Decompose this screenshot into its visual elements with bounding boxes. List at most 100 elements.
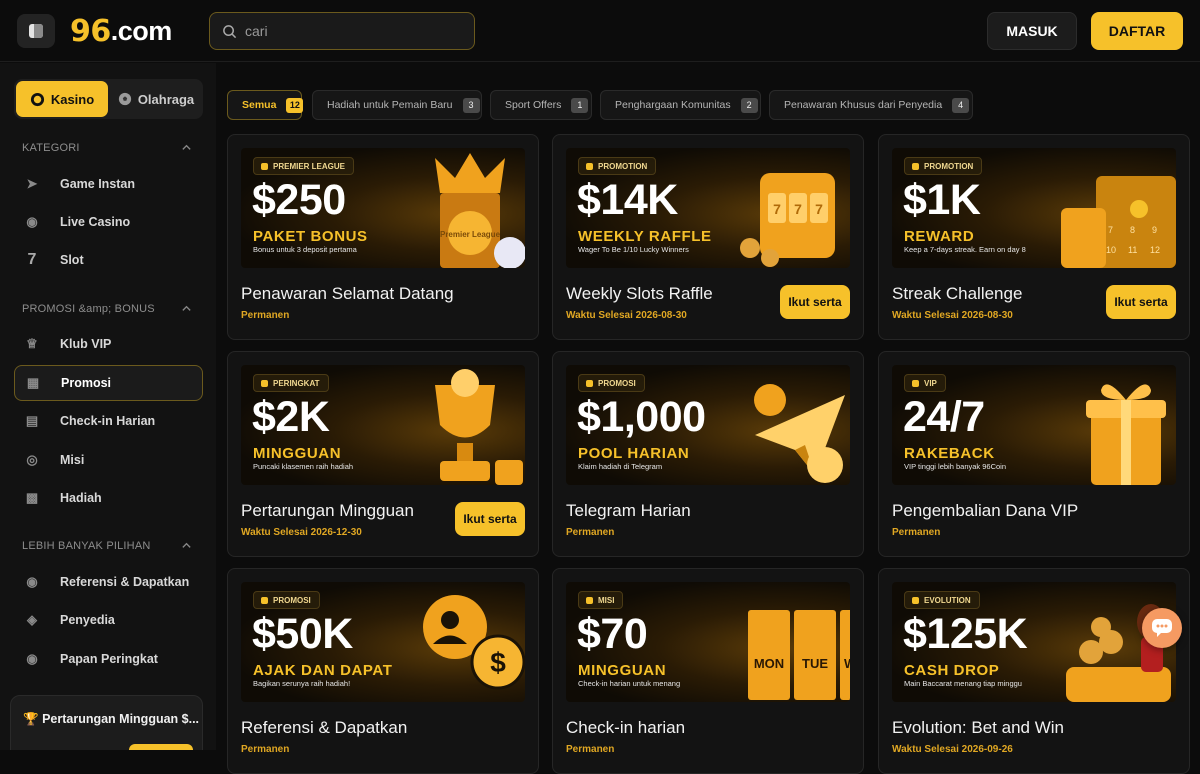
card-status: Permanen bbox=[241, 310, 290, 321]
filter-chip-community[interactable]: Penghargaan Komunitas 2 bbox=[600, 90, 761, 120]
promo-banner: PROMOSI $1,000 POOL HARIAN Klaim hadiah … bbox=[566, 365, 850, 485]
card-status: Waktu Selesai 2026-08-30 bbox=[892, 310, 1013, 321]
card-title: Penawaran Selamat Datang bbox=[241, 284, 454, 303]
join-button[interactable]: Ikut serta bbox=[1106, 285, 1176, 319]
promo-card[interactable]: 7 8 9 10 11 12 PROMOTION $1K REWARD Keep… bbox=[878, 134, 1190, 340]
promo-amount: 24/7 bbox=[903, 393, 985, 441]
sidebar-item-check-in[interactable]: ▤ Check-in Harian bbox=[14, 403, 203, 439]
sidebar-item-misi[interactable]: ◎ Misi bbox=[14, 442, 203, 478]
filter-chip-new-players[interactable]: Hadiah untuk Pemain Baru 3 bbox=[312, 90, 482, 120]
sidebar-item-slot[interactable]: 7 Slot bbox=[14, 242, 203, 278]
cal-num: 9 bbox=[1152, 225, 1157, 235]
card-title: Check-in harian bbox=[566, 718, 686, 737]
weekday-tiles-art: MON TUE WE bbox=[748, 610, 850, 700]
promo-desc: Puncaki klasemen raih hadiah bbox=[253, 462, 354, 471]
tag-label: MISI bbox=[598, 595, 615, 605]
chevron-up-icon[interactable] bbox=[181, 540, 192, 551]
sidebar-item-hadiah[interactable]: ▩ Hadiah bbox=[14, 480, 203, 516]
promo-desc: Bagikan serunya raih hadiah! bbox=[253, 679, 351, 688]
weekday-label: MON bbox=[754, 656, 784, 671]
tag-icon bbox=[912, 379, 919, 387]
sidebar-item-referensi[interactable]: ◉ Referensi & Dapatkan bbox=[14, 564, 203, 600]
promo-headline: PAKET BONUS bbox=[253, 228, 368, 245]
svg-text:7: 7 bbox=[815, 201, 823, 217]
promo-desc: Keep a 7-days streak. Earn on day 8 bbox=[904, 245, 1026, 254]
site-logo[interactable]: 96 .com bbox=[70, 13, 173, 49]
chip-label: Sport Offers bbox=[505, 99, 562, 111]
promo-card[interactable]: $ PROMOSI $50K AJAK DAN DAPAT Bagikan se… bbox=[227, 568, 539, 774]
sidebar-item-label: Check-in Harian bbox=[60, 414, 156, 428]
logo-domain: .com bbox=[110, 15, 173, 46]
filter-chip-all[interactable]: Semua 12 bbox=[227, 90, 304, 120]
live-chat-button[interactable] bbox=[1142, 608, 1182, 648]
promo-banner: Premier League PREMIER LEAGUE $250 PAKET… bbox=[241, 148, 525, 268]
search-box[interactable] bbox=[209, 12, 475, 50]
card-title: Evolution: Bet and Win bbox=[892, 718, 1064, 737]
card-status: Permanen bbox=[892, 527, 941, 538]
cal-num: 12 bbox=[1150, 245, 1160, 255]
sidebar-item-label: Hadiah bbox=[60, 491, 102, 505]
promo-card[interactable]: PERINGKAT $2K MINGGUAN Puncaki klasemen … bbox=[227, 351, 539, 557]
trophy-icon: 🏆 bbox=[23, 712, 39, 726]
card-title: Weekly Slots Raffle bbox=[566, 284, 713, 303]
promo-tag: PERINGKAT bbox=[253, 374, 329, 392]
sidebar-toggle-button[interactable] bbox=[17, 14, 55, 48]
promo-card[interactable]: EVOLUTION $125K CASH DROP Main Baccarat … bbox=[878, 568, 1190, 774]
register-button[interactable]: DAFTAR bbox=[1091, 12, 1183, 50]
weekly-battle-widget[interactable]: 🏆 Pertarungan Mingguan $... bbox=[10, 695, 203, 750]
casino-sports-toggle: Kasino Olahraga bbox=[14, 79, 203, 119]
logo-number: 96 bbox=[70, 13, 111, 49]
section-title-promosi: PROMOSI &amp; BONUS bbox=[22, 303, 155, 315]
promo-card[interactable]: VIP 24/7 RAKEBACK VIP tinggi lebih banya… bbox=[878, 351, 1190, 557]
widget-button[interactable] bbox=[129, 744, 193, 750]
calendar-art: 7 8 9 10 11 12 bbox=[1061, 176, 1176, 268]
card-status: Waktu Selesai 2026-08-30 bbox=[566, 310, 687, 321]
sidebar-item-live-casino[interactable]: ◉ Live Casino bbox=[14, 204, 203, 240]
sports-tab-label: Olahraga bbox=[137, 91, 195, 107]
search-input[interactable] bbox=[245, 23, 445, 39]
tag-label: PROMOTION bbox=[924, 161, 974, 171]
promo-headline: POOL HARIAN bbox=[578, 445, 690, 462]
slot-machine-art: 7 7 7 bbox=[740, 173, 835, 267]
filter-chip-sport-offers[interactable]: Sport Offers 1 bbox=[490, 90, 592, 120]
promo-amount: $1,000 bbox=[577, 393, 706, 441]
chip-count: 1 bbox=[571, 97, 589, 113]
promo-card[interactable]: PROMOSI $1,000 POOL HARIAN Klaim hadiah … bbox=[552, 351, 864, 557]
gift-box-icon: ▦ bbox=[26, 375, 40, 390]
sidebar-item-penyedia[interactable]: ◈ Penyedia bbox=[14, 602, 203, 638]
tag-icon bbox=[586, 379, 593, 387]
chevron-up-icon[interactable] bbox=[181, 303, 192, 314]
promo-banner: 7 8 9 10 11 12 PROMOTION $1K REWARD Keep… bbox=[892, 148, 1176, 268]
present-icon: ▩ bbox=[25, 490, 39, 505]
join-button[interactable]: Ikut serta bbox=[455, 502, 525, 536]
promo-desc: Bonus untuk 3 deposit pertama bbox=[253, 245, 357, 254]
sidebar-item-label: Papan Peringkat bbox=[60, 652, 158, 666]
referral-art: $ bbox=[423, 595, 525, 690]
sports-tab[interactable]: Olahraga bbox=[111, 81, 201, 117]
card-status: Waktu Selesai 2026-12-30 bbox=[241, 527, 362, 538]
chip-label: Penawaran Khusus dari Penyedia bbox=[784, 99, 943, 111]
top-header: 96.com MASUK DAFTAR bbox=[0, 0, 1200, 62]
login-button[interactable]: MASUK bbox=[987, 12, 1077, 50]
join-button[interactable]: Ikut serta bbox=[780, 285, 850, 319]
tag-label: PROMOSI bbox=[273, 595, 311, 605]
promo-card[interactable]: MON TUE WE MISI $70 MINGGUAN Check-in ha… bbox=[552, 568, 864, 774]
promo-amount: $250 bbox=[252, 176, 346, 224]
live-icon: ◉ bbox=[26, 214, 38, 229]
sidebar-item-papan-peringkat[interactable]: ◉ Papan Peringkat bbox=[14, 641, 203, 677]
cal-num: 10 bbox=[1106, 245, 1116, 255]
promo-headline: REWARD bbox=[904, 228, 975, 245]
promo-card[interactable]: Premier League PREMIER LEAGUE $250 PAKET… bbox=[227, 134, 539, 340]
promo-tag: PREMIER LEAGUE bbox=[253, 157, 355, 175]
promo-card[interactable]: 7 7 7 PROMOTION $14K WEEKLY RAFFLE Wager… bbox=[552, 134, 864, 340]
casino-tab[interactable]: Kasino bbox=[16, 81, 108, 117]
filter-chip-provider[interactable]: Penawaran Khusus dari Penyedia 4 bbox=[769, 90, 973, 120]
tag-icon bbox=[261, 162, 268, 170]
chevron-up-icon[interactable] bbox=[181, 142, 192, 153]
sidebar-item-promosi[interactable]: ▦ Promosi bbox=[14, 365, 203, 401]
target-icon: ◎ bbox=[26, 452, 38, 467]
sidebar-item-game-instan[interactable]: ➤ Game Instan bbox=[14, 166, 203, 202]
tag-label: PREMIER LEAGUE bbox=[273, 161, 346, 171]
sidebar-item-klub-vip[interactable]: ♕ Klub VIP bbox=[14, 326, 203, 362]
promo-tag: PROMOTION bbox=[904, 157, 983, 175]
